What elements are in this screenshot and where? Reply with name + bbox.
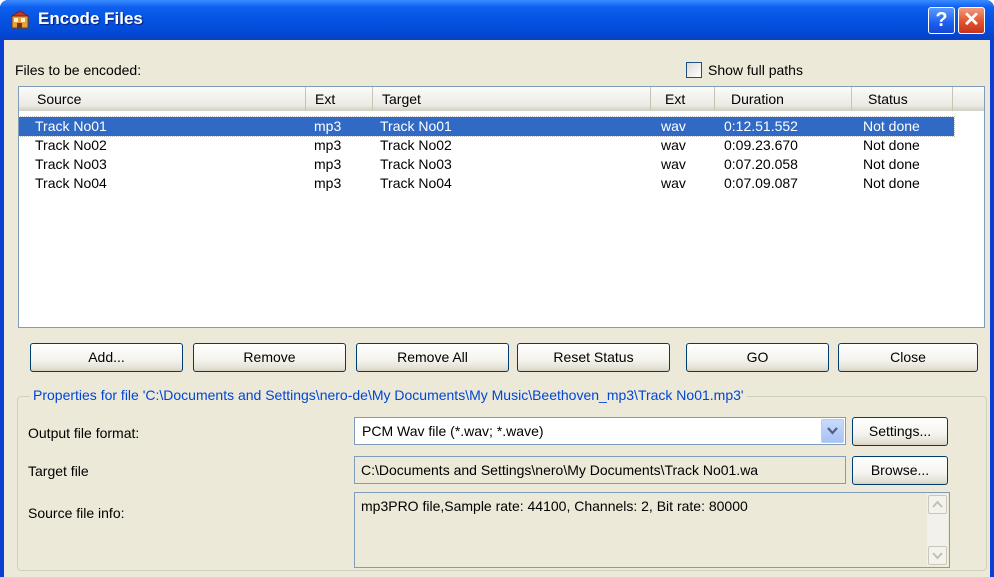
target-ext-cell: wav [661,175,686,191]
target-cell: Track No04 [380,175,452,191]
files-to-be-encoded-label: Files to be encoded: [15,62,142,78]
close-icon: ✕ [963,9,980,31]
duration-cell: 0:07.20.058 [724,156,798,172]
source-file-info-value: mp3PRO file,Sample rate: 44100, Channels… [361,498,748,514]
table-row[interactable]: Track No02 mp3 Track No02 wav 0:09.23.67… [19,136,954,155]
encode-files-window: Encode Files ? ✕ Files to be encoded: Sh… [0,0,994,577]
dialog-body: Files to be encoded: Show full paths Sou… [4,40,990,577]
target-file-field[interactable]: C:\Documents and Settings\nero\My Docume… [354,456,846,484]
column-header-target-ext[interactable]: Ext [651,87,715,111]
column-header-target[interactable]: Target [373,87,651,111]
close-window-button[interactable]: ✕ [958,7,985,34]
status-cell: Not done [863,118,920,134]
add-button[interactable]: Add... [30,343,183,372]
remove-button[interactable]: Remove [193,343,346,372]
column-header-source-ext[interactable]: Ext [306,87,373,111]
table-row[interactable]: Track No03 mp3 Track No03 wav 0:07.20.05… [19,155,954,174]
target-ext-cell: wav [661,118,686,134]
source-cell: Track No01 [35,118,107,134]
chevron-down-icon[interactable] [821,419,844,443]
column-header-source[interactable]: Source [19,87,306,111]
target-ext-cell: wav [661,156,686,172]
target-cell: Track No02 [380,137,452,153]
duration-cell: 0:12.51.552 [724,118,798,134]
remove-all-button[interactable]: Remove All [356,343,509,372]
output-format-dropdown[interactable]: PCM Wav file (*.wav; *.wave) [354,417,846,445]
help-button[interactable]: ? [928,7,955,34]
source-file-info-field[interactable]: mp3PRO file,Sample rate: 44100, Channels… [354,492,950,568]
table-row[interactable]: Track No01 mp3 Track No01 wav 0:12.51.55… [19,116,955,137]
show-full-paths-label[interactable]: Show full paths [708,62,803,78]
title-bar[interactable]: Encode Files ? ✕ [0,0,994,40]
source-file-info-label: Source file info: [28,505,125,521]
files-list[interactable]: Source Ext Target Ext Duration Status Tr… [18,86,985,328]
target-ext-cell: wav [661,137,686,153]
app-icon [10,10,30,29]
show-full-paths-checkbox[interactable] [686,62,702,78]
status-cell: Not done [863,175,920,191]
source-cell: Track No02 [35,137,107,153]
status-cell: Not done [863,137,920,153]
properties-group-label: Properties for file 'C:\Documents and Se… [30,387,747,403]
source-cell: Track No03 [35,156,107,172]
output-format-value: PCM Wav file (*.wav; *.wave) [362,423,544,439]
table-row[interactable]: Track No04 mp3 Track No04 wav 0:07.09.08… [19,174,954,193]
reset-status-button[interactable]: Reset Status [517,343,670,372]
settings-button[interactable]: Settings... [852,417,948,446]
scroll-up-icon[interactable] [928,495,947,514]
close-button[interactable]: Close [838,343,978,372]
source-ext-cell: mp3 [314,118,342,134]
scroll-down-icon[interactable] [928,546,947,565]
column-header-status[interactable]: Status [852,87,953,111]
source-ext-cell: mp3 [314,175,342,191]
target-file-value: C:\Documents and Settings\nero\My Docume… [361,462,759,478]
target-cell: Track No03 [380,156,452,172]
help-icon: ? [935,9,948,31]
list-header: Source Ext Target Ext Duration Status [19,87,984,111]
target-file-label: Target file [28,463,89,479]
source-ext-cell: mp3 [314,137,342,153]
target-cell: Track No01 [380,118,452,134]
duration-cell: 0:07.09.087 [724,175,798,191]
status-cell: Not done [863,156,920,172]
source-cell: Track No04 [35,175,107,191]
go-button[interactable]: GO [686,343,829,372]
duration-cell: 0:09.23.670 [724,137,798,153]
source-info-scrollbar[interactable] [927,494,948,566]
source-ext-cell: mp3 [314,156,342,172]
output-file-format-label: Output file format: [28,425,140,441]
window-title: Encode Files [38,9,143,28]
column-header-duration[interactable]: Duration [715,87,852,111]
browse-button[interactable]: Browse... [852,456,948,485]
